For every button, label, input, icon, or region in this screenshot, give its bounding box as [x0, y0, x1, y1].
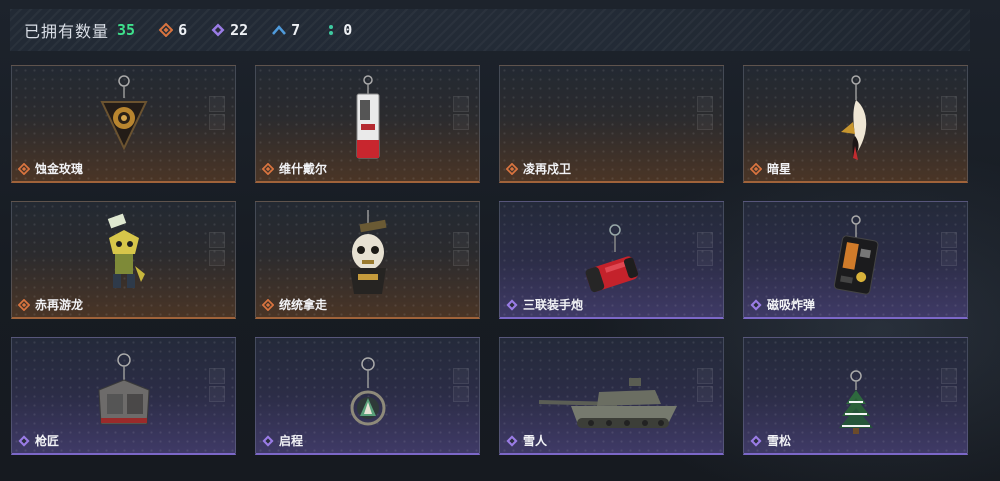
stat-orange: 6 — [159, 21, 187, 39]
item-card[interactable]: 统统拿走 — [255, 201, 480, 319]
item-name: 暗星 — [767, 162, 792, 176]
item-name: 枪匠 — [35, 434, 60, 448]
purple-diamond-icon — [211, 23, 225, 37]
purple-diamond-icon — [506, 298, 518, 311]
ring-medal-charm-icon — [350, 357, 385, 426]
tank-charm-icon — [538, 378, 677, 428]
tag-charm-icon — [356, 75, 379, 159]
stat-purple: 22 — [211, 21, 248, 39]
item-card[interactable]: 凌再戍卫 — [499, 65, 724, 183]
item-name: 统统拿走 — [279, 298, 328, 312]
orange-diamond-icon — [18, 298, 30, 311]
orange-diamond-icon — [18, 162, 30, 175]
owned-label: 已拥有数量 — [24, 22, 110, 41]
item-name: 磁吸炸弹 — [767, 298, 816, 312]
item-name: 凌再戍卫 — [523, 162, 572, 176]
item-name: 三联装手炮 — [523, 298, 584, 312]
orange-diamond-icon — [506, 162, 518, 175]
item-card[interactable]: 雪松 — [743, 337, 968, 455]
bomb-charm-icon — [833, 215, 878, 295]
purple-diamond-icon — [262, 434, 274, 447]
item-name: 维什戴尔 — [279, 162, 328, 176]
stat-green: 0 — [324, 21, 352, 39]
item-card[interactable]: 蚀金玫瑰 — [11, 65, 236, 183]
crate-charm-icon — [97, 353, 150, 425]
purple-diamond-icon — [18, 434, 30, 447]
item-card[interactable]: 磁吸炸弹 — [743, 201, 968, 319]
rocket-charm-icon — [585, 224, 638, 293]
stat-blue-value: 7 — [291, 21, 301, 39]
item-card[interactable]: 启程 — [255, 337, 480, 455]
pine-tree-charm-icon — [838, 370, 873, 434]
item-card[interactable]: 枪匠 — [11, 337, 236, 455]
stat-blue: 7 — [272, 21, 300, 39]
item-card[interactable]: 雪人 — [499, 337, 724, 455]
skull-figure-charm-icon — [349, 210, 386, 294]
orange-diamond-icon — [159, 23, 174, 37]
item-name: 雪人 — [523, 434, 548, 448]
item-card[interactable]: 暗星 — [743, 65, 968, 183]
item-card[interactable]: 赤再游龙 — [11, 201, 236, 319]
stat-purple-value: 22 — [230, 21, 249, 39]
item-name: 雪松 — [767, 434, 792, 448]
owned-summary-bar: 已拥有数量 35 6 22 7 0 — [10, 9, 970, 51]
rose-badge-charm-icon — [99, 75, 148, 151]
dragon-figure-charm-icon — [107, 213, 145, 288]
feather-charm-icon — [840, 75, 866, 160]
blue-chevron-icon — [272, 25, 287, 35]
orange-diamond-icon — [262, 298, 274, 311]
green-dots-icon — [329, 25, 334, 35]
purple-diamond-icon — [506, 434, 518, 447]
stat-green-value: 0 — [343, 21, 353, 39]
stat-orange-value: 6 — [178, 21, 188, 39]
purple-diamond-icon — [750, 434, 762, 447]
purple-diamond-icon — [750, 298, 762, 311]
owned-count: 35 — [117, 21, 136, 39]
orange-diamond-icon — [750, 162, 762, 175]
item-name: 赤再游龙 — [35, 298, 84, 312]
item-card[interactable]: 三联装手炮 — [499, 201, 724, 319]
item-name: 启程 — [279, 434, 304, 448]
orange-diamond-icon — [262, 162, 274, 175]
item-card[interactable]: 维什戴尔 — [255, 65, 480, 183]
item-name: 蚀金玫瑰 — [35, 162, 84, 176]
